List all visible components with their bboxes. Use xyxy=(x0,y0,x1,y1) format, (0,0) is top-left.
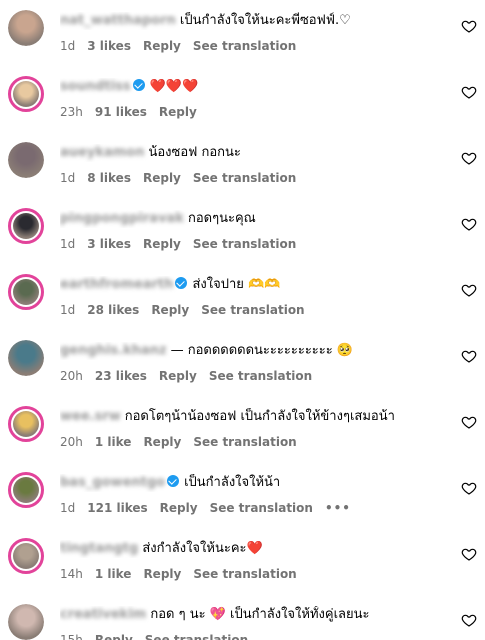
avatar[interactable] xyxy=(8,76,44,112)
comment-timestamp: 15h xyxy=(60,633,83,640)
reply-button[interactable]: Reply xyxy=(143,435,181,449)
comment-text: กอดๆนะคุณ xyxy=(187,211,256,226)
heart-icon[interactable] xyxy=(461,546,477,562)
username[interactable]: creativekim xyxy=(60,607,146,622)
see-translation-button[interactable]: See translation xyxy=(145,633,248,640)
heart-icon[interactable] xyxy=(461,84,477,100)
like-count[interactable]: 8 likes xyxy=(87,171,131,185)
like-count[interactable]: 121 likes xyxy=(87,501,147,515)
comment-text: — กอดดดดดดนะะะะะะะะะะ 🥺 xyxy=(170,343,354,358)
avatar[interactable] xyxy=(8,538,44,574)
comment-timestamp: 20h xyxy=(60,369,83,383)
see-translation-button[interactable]: See translation xyxy=(193,39,296,53)
comment-timestamp: 23h xyxy=(60,105,83,119)
avatar[interactable] xyxy=(8,274,44,310)
reply-button[interactable]: Reply xyxy=(143,171,181,185)
username[interactable]: aueykamon xyxy=(60,145,144,160)
comment-timestamp: 14h xyxy=(60,567,83,581)
reply-button[interactable]: Reply xyxy=(143,39,181,53)
comment-timestamp: 1d xyxy=(60,171,76,185)
verified-badge-icon xyxy=(167,475,180,487)
reply-button[interactable]: Reply xyxy=(159,369,197,383)
like-count[interactable]: 91 likes xyxy=(95,105,147,119)
heart-icon[interactable] xyxy=(461,348,477,364)
comment-text: ส่งใจปาย 🫶🫶 xyxy=(192,277,281,292)
comment-item: creativekim กอด ๆ นะ 💖 เป็นกำลังใจให้ทั้ง… xyxy=(0,602,485,640)
see-translation-button[interactable]: See translation xyxy=(193,237,296,251)
avatar[interactable] xyxy=(8,472,44,508)
username[interactable]: nat_watthaporn xyxy=(60,13,176,28)
avatar[interactable] xyxy=(8,208,44,244)
heart-icon[interactable] xyxy=(461,282,477,298)
comment-item: bas_gowentgo เป็นกำลังใจให้น้า 1d 121 likes… xyxy=(0,470,485,536)
like-count[interactable]: 1 like xyxy=(95,435,132,449)
see-translation-button[interactable]: See translation xyxy=(193,171,296,185)
comment-item: tingtangtg ส่งกำลังใจให้นะคะ❤️ 14h 1 like Re… xyxy=(0,536,485,602)
avatar[interactable] xyxy=(8,340,44,376)
verified-badge-icon xyxy=(175,277,188,289)
see-translation-button[interactable]: See translation xyxy=(210,501,313,515)
username[interactable]: wee.srw xyxy=(60,409,121,424)
comment-item: soundtiss ❤️❤️❤️ 23h 91 likes Reply xyxy=(0,74,485,140)
reply-button[interactable]: Reply xyxy=(143,567,181,581)
see-translation-button[interactable]: See translation xyxy=(209,369,312,383)
username[interactable]: soundtiss xyxy=(60,79,131,94)
reply-button[interactable]: Reply xyxy=(95,633,133,640)
see-translation-button[interactable]: See translation xyxy=(193,435,296,449)
username[interactable]: earthfromearth xyxy=(60,277,173,292)
comment-list: nat_watthaporn เป็นกำลังใจให้นะคะพี่ซอฟฟ์… xyxy=(0,0,485,640)
comment-item: pingpongpiravak กอดๆนะคุณ 1d 3 likes Reply Se… xyxy=(0,206,485,272)
reply-button[interactable]: Reply xyxy=(159,105,197,119)
heart-icon[interactable] xyxy=(461,150,477,166)
comment-item: earthfromearth ส่งใจปาย 🫶🫶 1d 28 likes Reply… xyxy=(0,272,485,338)
heart-icon[interactable] xyxy=(461,414,477,430)
username[interactable]: pingpongpiravak xyxy=(60,211,184,226)
avatar[interactable] xyxy=(8,142,44,178)
like-count[interactable]: 28 likes xyxy=(87,303,139,317)
comment-timestamp: 1d xyxy=(60,501,76,515)
comment-timestamp: 20h xyxy=(60,435,83,449)
see-translation-button[interactable]: See translation xyxy=(193,567,296,581)
comment-timestamp: 1d xyxy=(60,39,76,53)
heart-icon[interactable] xyxy=(461,480,477,496)
comment-text: ❤️❤️❤️ xyxy=(149,79,199,94)
comment-item: nat_watthaporn เป็นกำลังใจให้นะคะพี่ซอฟฟ์… xyxy=(0,8,485,74)
like-count[interactable]: 3 likes xyxy=(87,237,131,251)
comment-item: wee.srw กอดโตๆน้าน้องซอฟ เป็นกำลังใจให้ข้… xyxy=(0,404,485,470)
username[interactable]: tingtangtg xyxy=(60,541,138,556)
reply-button[interactable]: Reply xyxy=(151,303,189,317)
comment-text: น้องซอฟ กอกนะ xyxy=(148,145,241,160)
comment-timestamp: 1d xyxy=(60,303,76,317)
comment-text: เป็นกำลังใจให้น้า xyxy=(184,475,281,490)
heart-icon[interactable] xyxy=(461,216,477,232)
see-translation-button[interactable]: See translation xyxy=(201,303,304,317)
reply-button[interactable]: Reply xyxy=(143,237,181,251)
comment-text: กอดโตๆน้าน้องซอฟ เป็นกำลังใจให้ข้างๆเสมอ… xyxy=(124,409,395,424)
heart-icon[interactable] xyxy=(461,612,477,628)
verified-badge-icon xyxy=(132,79,145,91)
avatar[interactable] xyxy=(8,604,44,640)
like-count[interactable]: 3 likes xyxy=(87,39,131,53)
heart-icon[interactable] xyxy=(461,18,477,34)
comment-item: genghis.khanz — กอดดดดดดนะะะะะะะะะะ 🥺 20h 2… xyxy=(0,338,485,404)
comment-text: เป็นกำลังใจให้นะคะพี่ซอฟฟ์.♡ xyxy=(179,13,351,28)
comment-text: ส่งกำลังใจให้นะคะ❤️ xyxy=(142,541,263,556)
like-count[interactable]: 23 likes xyxy=(95,369,147,383)
avatar[interactable] xyxy=(8,406,44,442)
comment-timestamp: 1d xyxy=(60,237,76,251)
reply-button[interactable]: Reply xyxy=(160,501,198,515)
more-options-icon[interactable]: ••• xyxy=(325,501,351,515)
like-count[interactable]: 1 like xyxy=(95,567,132,581)
comment-item: aueykamon น้องซอฟ กอกนะ 1d 8 likes Reply See … xyxy=(0,140,485,206)
avatar[interactable] xyxy=(8,10,44,46)
username[interactable]: genghis.khanz xyxy=(60,343,167,358)
comment-text: กอด ๆ นะ 💖 เป็นกำลังใจให้ทั้งคู่เลยนะ xyxy=(150,607,370,622)
username[interactable]: bas_gowentgo xyxy=(60,475,165,490)
